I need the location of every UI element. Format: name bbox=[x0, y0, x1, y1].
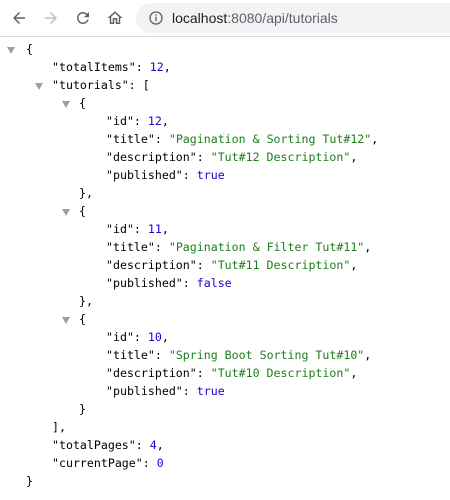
json-item-0-close: }, bbox=[79, 186, 93, 200]
json-item-0-open: { bbox=[79, 96, 86, 110]
json-item-0-published: "published": true bbox=[106, 168, 225, 182]
json-root-close: } bbox=[26, 474, 33, 488]
url-host: localhost bbox=[172, 10, 228, 26]
reload-button[interactable] bbox=[72, 7, 94, 29]
json-line-currentPage: "currentPage": 0 bbox=[52, 456, 164, 470]
collapse-toggle-root[interactable] bbox=[7, 47, 15, 54]
json-root-open: { bbox=[26, 42, 33, 56]
forward-button[interactable] bbox=[40, 7, 62, 29]
arrow-left-icon bbox=[13, 12, 25, 24]
json-line-totalItems: "totalItems": 12, bbox=[52, 60, 171, 74]
json-item-2-id: "id": 10, bbox=[106, 330, 169, 344]
browser-toolbar: localhost:8080/api/tutorials bbox=[0, 0, 450, 37]
json-item-1-open: { bbox=[79, 204, 86, 218]
address-bar[interactable]: localhost:8080/api/tutorials bbox=[136, 3, 450, 33]
home-icon bbox=[107, 11, 123, 24]
collapse-toggle-item-0[interactable] bbox=[62, 101, 70, 108]
url-text[interactable]: localhost:8080/api/tutorials bbox=[172, 10, 338, 26]
json-item-2-description: "description": "Tut#10 Description", bbox=[106, 366, 358, 380]
json-item-1-title: "title": "Pagination & Filter Tut#11", bbox=[106, 240, 372, 254]
collapse-toggle-item-1[interactable] bbox=[62, 209, 70, 216]
info-icon[interactable] bbox=[148, 10, 164, 26]
json-item-2-open: { bbox=[79, 312, 86, 326]
json-array-close: ], bbox=[52, 420, 66, 434]
json-item-2-published: "published": true bbox=[106, 384, 225, 398]
json-item-0-id: "id": 12, bbox=[106, 114, 169, 128]
json-line-totalPages: "totalPages": 4, bbox=[52, 438, 164, 452]
json-item-1-published: "published": false bbox=[106, 276, 232, 290]
json-item-0-description: "description": "Tut#12 Description", bbox=[106, 150, 358, 164]
url-path: :8080/api/tutorials bbox=[227, 10, 338, 26]
json-item-1-id: "id": 11, bbox=[106, 222, 169, 236]
json-item-2-title: "title": "Spring Boot Sorting Tut#10", bbox=[106, 348, 372, 362]
collapse-toggle-tutorials[interactable] bbox=[35, 83, 43, 90]
back-button[interactable] bbox=[8, 7, 30, 29]
collapse-toggle-item-2[interactable] bbox=[62, 317, 70, 324]
json-item-2-close: } bbox=[79, 402, 86, 416]
reload-icon bbox=[76, 11, 89, 24]
home-button[interactable] bbox=[104, 7, 126, 29]
json-item-0-title: "title": "Pagination & Sorting Tut#12", bbox=[106, 132, 379, 146]
json-item-1-close: }, bbox=[79, 294, 93, 308]
arrow-right-icon bbox=[45, 12, 57, 24]
json-item-1-description: "description": "Tut#11 Description", bbox=[106, 258, 358, 272]
json-line-tutorials: "tutorials": [ bbox=[52, 78, 150, 92]
